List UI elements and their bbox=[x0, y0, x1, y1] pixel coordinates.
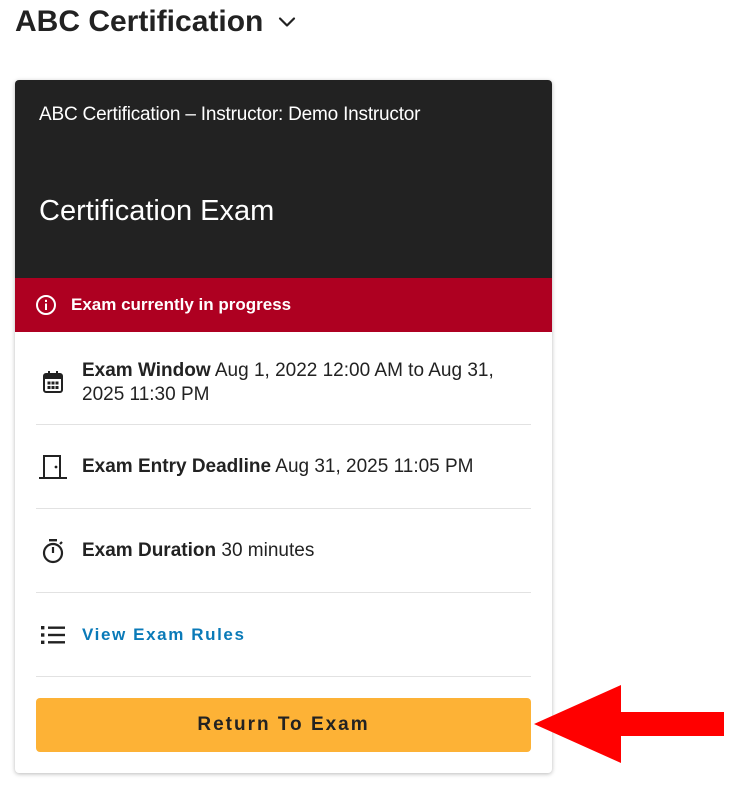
card-subtitle: ABC Certification – Instructor: Demo Ins… bbox=[39, 104, 421, 125]
status-banner: Exam currently in progress bbox=[15, 278, 552, 332]
arrow-left-icon bbox=[533, 684, 725, 764]
exam-duration-text: Exam Duration 30 minutes bbox=[82, 539, 531, 563]
exam-window-text: Exam Window Aug 1, 2022 12:00 AM to Aug … bbox=[82, 359, 531, 407]
detail-entry-deadline: Exam Entry Deadline Aug 31, 2025 11:05 P… bbox=[36, 425, 531, 509]
detail-exam-duration: Exam Duration 30 minutes bbox=[36, 509, 531, 593]
exam-duration-label: Exam Duration bbox=[82, 539, 217, 561]
exam-duration-value: 30 minutes bbox=[221, 539, 315, 561]
detail-exam-rules: View Exam Rules bbox=[36, 593, 531, 677]
exam-window-label: Exam Window bbox=[82, 360, 211, 381]
card-header: ABC Certification – Instructor: Demo Ins… bbox=[15, 80, 552, 278]
return-to-exam-button[interactable]: Return To Exam bbox=[36, 698, 531, 752]
detail-exam-window: Exam Window Aug 1, 2022 12:00 AM to Aug … bbox=[36, 332, 531, 425]
list-icon bbox=[36, 625, 82, 645]
calendar-icon bbox=[36, 359, 82, 394]
chevron-down-icon[interactable] bbox=[275, 10, 299, 34]
entry-deadline-label: Exam Entry Deadline bbox=[82, 455, 272, 477]
entry-deadline-value: Aug 31, 2025 11:05 PM bbox=[275, 455, 474, 477]
course-selector[interactable]: ABC Certification bbox=[15, 4, 299, 40]
exam-details: Exam Window Aug 1, 2022 12:00 AM to Aug … bbox=[15, 332, 552, 677]
stopwatch-icon bbox=[36, 538, 82, 564]
view-exam-rules-link[interactable]: View Exam Rules bbox=[82, 625, 246, 644]
page: ABC Certification ABC Certification – In… bbox=[0, 0, 740, 796]
exam-rules-text: View Exam Rules bbox=[82, 623, 531, 647]
exam-title: Certification Exam bbox=[39, 195, 275, 227]
info-icon bbox=[35, 294, 57, 316]
door-icon bbox=[36, 454, 82, 480]
entry-deadline-text: Exam Entry Deadline Aug 31, 2025 11:05 P… bbox=[82, 455, 531, 479]
exam-card: ABC Certification – Instructor: Demo Ins… bbox=[15, 80, 552, 773]
status-text: Exam currently in progress bbox=[71, 295, 292, 314]
course-title: ABC Certification bbox=[15, 5, 264, 38]
